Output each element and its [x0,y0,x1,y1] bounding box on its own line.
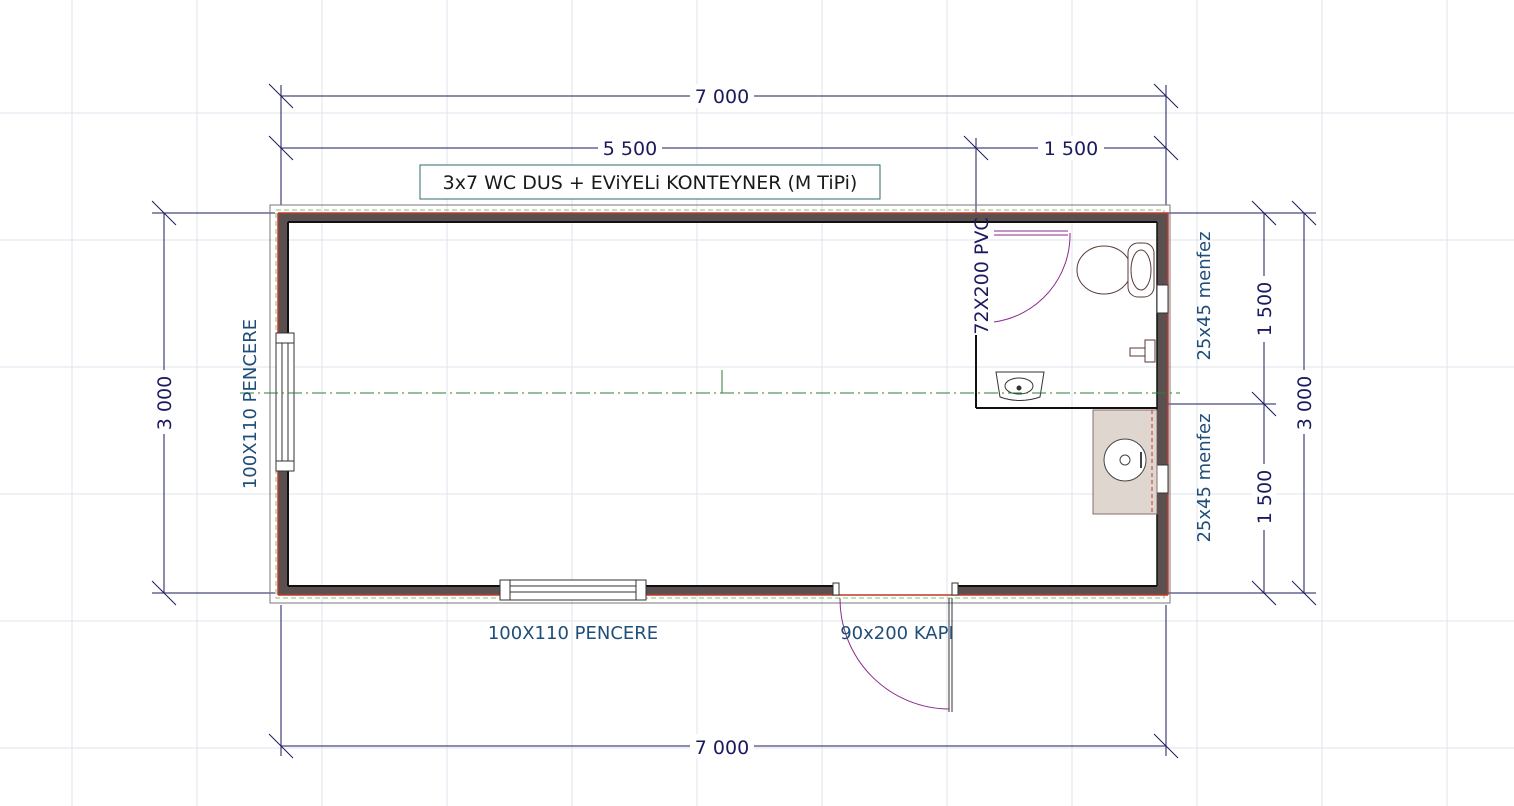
window-bottom [499,579,647,601]
dim-right-lower: 1 500 [1254,470,1276,524]
label-window-bottom: 100X110 PENCERE [488,623,658,644]
dim-overall-top: 7 000 [695,86,749,108]
dim-segment-left: 5 500 [603,138,657,160]
label-vent-lower: 25x45 menfez [1194,413,1215,542]
container-outline [269,204,1171,604]
dim-height-left: 3 000 [154,376,176,430]
wc-sink [995,371,1045,401]
window-left [275,332,295,472]
dim-right-upper: 1 500 [1254,282,1276,336]
label-window-left: 100X110 PENCERE [240,319,261,489]
label-wc-door: 72X200 PVC [971,217,993,334]
background-grid [0,0,1514,806]
walls [278,213,1168,595]
label-vent-upper: 25x45 menfez [1194,231,1215,360]
dim-segment-right: 1 500 [1044,138,1098,160]
label-main-door: 90x200 KAPI [840,623,954,644]
wall-lines [277,212,1169,596]
wc-door [993,230,1071,323]
dim-height-right: 3 000 [1294,376,1316,430]
plan-title: 3x7 WC DUS + EViYELi KONTEYNER (M TiPi) [443,172,858,194]
toilet [1076,242,1155,298]
main-door [832,582,959,712]
floor-plan-canvas: 7 000 5 500 1 500 7 000 3 000 3 000 1 50… [0,0,1514,806]
dim-overall-bottom: 7 000 [695,737,749,759]
shower-head [1129,339,1156,363]
kitchen-counter [1092,409,1158,515]
